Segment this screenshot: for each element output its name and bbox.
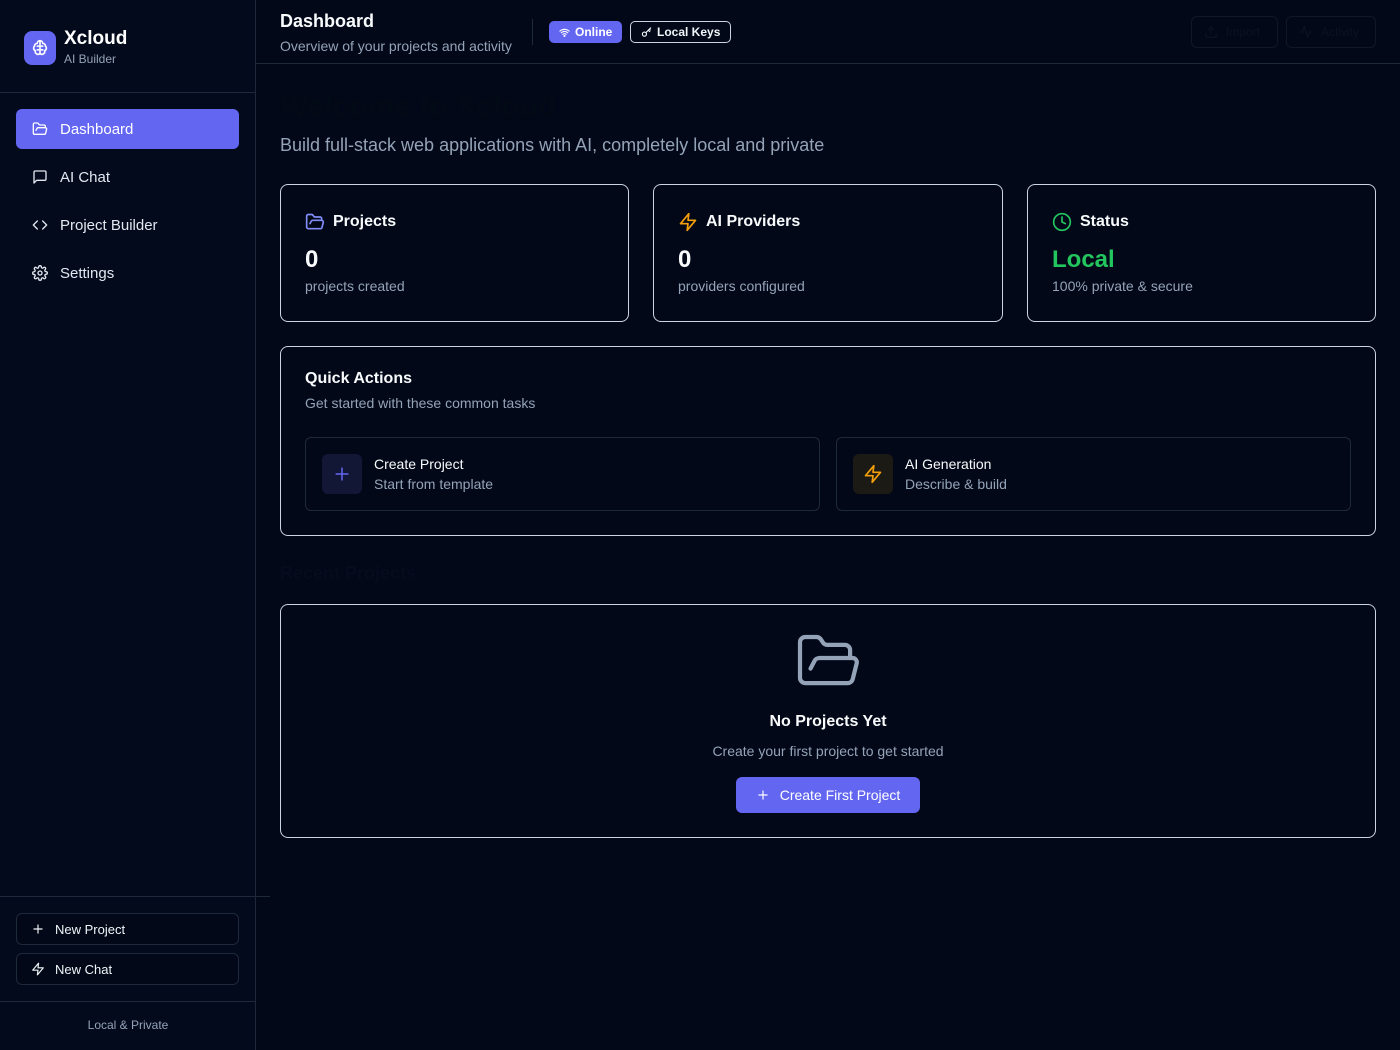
projects-stat-value: 0: [305, 246, 319, 273]
sidebar-item-label: Settings: [60, 264, 115, 282]
folder-icon: [305, 212, 325, 232]
brand-subtitle: AI Builder: [64, 52, 117, 66]
ai-generation-subtitle: Describe & build: [905, 476, 1007, 492]
sidebar-item-label: Project Builder: [60, 216, 158, 234]
create-project-subtitle: Start from template: [374, 476, 494, 492]
plus-icon: [322, 454, 362, 494]
sidebar-item-dashboard[interactable]: Dashboard: [16, 109, 239, 149]
status-stat-desc: 100% private & secure: [1052, 278, 1193, 294]
page-subtitle: Overview of your projects and activity: [280, 38, 512, 54]
new-project-label: New Project: [55, 921, 126, 937]
page-title: Dashboard: [280, 11, 375, 31]
sidebar: Xcloud AI Builder Dashboard AI Chat Proj…: [0, 0, 270, 1050]
sidebar-footer: Local & Private: [87, 1018, 169, 1032]
brand[interactable]: Xcloud AI Builder: [24, 28, 127, 67]
gear-icon: [32, 265, 48, 281]
upload-icon: [1204, 25, 1218, 39]
activity-button[interactable]: Activity: [1286, 16, 1376, 48]
projects-stat-title: Projects: [333, 213, 397, 230]
ai-providers-stat-value: 0: [678, 246, 692, 273]
brand-name: Xcloud: [64, 28, 128, 49]
projects-stat-desc: projects created: [305, 278, 405, 294]
status-stat-card: Status Local 100% private & secure: [1027, 184, 1376, 322]
plus-icon: [31, 922, 45, 936]
new-project-button[interactable]: New Project: [16, 913, 239, 945]
quick-actions-title: Quick Actions: [305, 370, 412, 387]
sidebar-divider: [0, 1001, 256, 1002]
quick-actions-subtitle: Get started with these common tasks: [305, 395, 536, 411]
import-button[interactable]: Import: [1191, 16, 1278, 48]
welcome-heading: Welcome to Xcloud: [280, 90, 557, 123]
create-first-project-label: Create First Project: [779, 787, 901, 803]
activity-button-label: Activity: [1321, 25, 1360, 39]
code-icon: [32, 217, 48, 233]
quick-actions-card: Quick Actions Get started with these com…: [280, 346, 1376, 536]
sidebar-divider: [0, 92, 256, 93]
status-stat-title: Status: [1080, 213, 1129, 230]
sidebar-nav: Dashboard AI Chat Project Builder Settin…: [16, 109, 239, 301]
header-divider: [532, 19, 533, 45]
sidebar-actions: New Project New Chat: [16, 913, 239, 993]
zap-icon: [31, 962, 45, 976]
empty-state-subtitle: Create your first project to get started: [712, 743, 944, 759]
sidebar-item-settings[interactable]: Settings: [16, 253, 239, 293]
empty-projects-card: No Projects Yet Create your first projec…: [280, 604, 1376, 838]
plus-icon: [756, 788, 770, 802]
message-square-icon: [32, 169, 48, 185]
sidebar-item-label: Dashboard: [60, 120, 134, 138]
folder-open-icon: [32, 121, 48, 137]
empty-state-title: No Projects Yet: [769, 713, 887, 730]
local-keys-badge-label: Local Keys: [657, 25, 721, 39]
wifi-icon: [559, 27, 570, 38]
create-project-title: Create Project: [374, 456, 464, 472]
new-chat-button[interactable]: New Chat: [16, 953, 239, 985]
key-icon: [641, 26, 652, 38]
sidebar-item-project-builder[interactable]: Project Builder: [16, 205, 239, 245]
top-header: Dashboard Overview of your projects and …: [256, 0, 1400, 64]
sidebar-divider: [0, 896, 270, 897]
recent-projects-heading: Recent Projects: [280, 563, 417, 583]
sidebar-item-label: AI Chat: [60, 168, 111, 186]
folder-open-icon: [797, 633, 861, 691]
ai-providers-stat-title: AI Providers: [706, 213, 801, 230]
welcome-subtitle: Build full-stack web applications with A…: [280, 135, 825, 155]
activity-icon: [1299, 25, 1313, 39]
online-badge: Online: [549, 21, 623, 43]
zap-icon: [853, 454, 893, 494]
ai-generation-title: AI Generation: [905, 456, 992, 472]
zap-icon: [678, 212, 698, 232]
sidebar-item-ai-chat[interactable]: AI Chat: [16, 157, 239, 197]
ai-providers-stat-desc: providers configured: [678, 278, 805, 294]
clock-icon: [1052, 212, 1072, 232]
status-stat-value: Local: [1052, 246, 1115, 273]
projects-stat-card: Projects 0 projects created: [280, 184, 629, 322]
local-keys-badge: Local Keys: [630, 21, 732, 43]
create-project-action[interactable]: Create Project Start from template: [305, 437, 820, 511]
ai-providers-stat-card: AI Providers 0 providers configured: [653, 184, 1003, 322]
brain-icon: [24, 30, 56, 65]
new-chat-label: New Chat: [55, 961, 113, 977]
create-first-project-button[interactable]: Create First Project: [736, 777, 920, 813]
import-button-label: Import: [1226, 25, 1261, 39]
ai-generation-action[interactable]: AI Generation Describe & build: [836, 437, 1351, 511]
online-badge-label: Online: [575, 25, 613, 39]
